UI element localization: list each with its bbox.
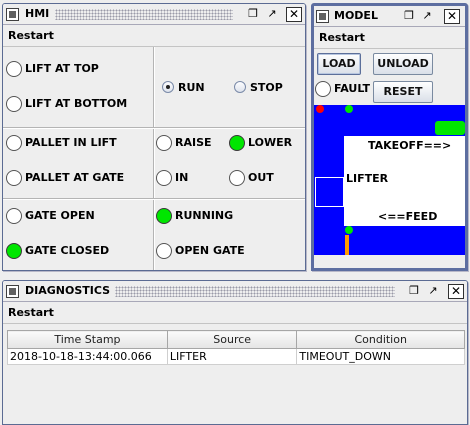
indicator-label: LIFT AT BOTTOM [25, 97, 128, 110]
indicator-label: OPEN GATE [175, 244, 245, 257]
indicator-label: RUNNING [175, 209, 234, 222]
indicator-lamp [6, 96, 22, 112]
indicator-lamp [6, 61, 22, 77]
takeoff-pallet-icon [435, 121, 465, 135]
radio-unselected-icon[interactable] [234, 81, 246, 93]
window-menu-icon[interactable] [6, 285, 19, 298]
indicator-lamp [315, 81, 331, 97]
diagnostics-titlebar[interactable]: DIAGNOSTICS ❐ ↗ ✕ [3, 281, 467, 302]
column-header-timestamp[interactable]: Time Stamp [7, 330, 168, 349]
lifter-simulation-canvas: TAKEOFF==> LIFTER <==FEED [314, 105, 465, 255]
title-grip [115, 286, 395, 297]
indicator-lamp [156, 135, 172, 151]
model-menubar: Restart [314, 27, 465, 49]
indicator-lamp [156, 243, 172, 259]
diagnostics-menubar: Restart [3, 302, 467, 324]
run-radio-label[interactable]: RUN [178, 81, 205, 94]
hmi-menubar: Restart [3, 25, 305, 47]
indicator-label: LOWER [248, 136, 293, 149]
hmi-title: HMI [25, 7, 50, 20]
indicator-label: LIFT AT TOP [25, 62, 99, 75]
indicator-lamp [6, 243, 22, 259]
diagnostics-panel: Time Stamp Source Condition 2018-10-18-1… [3, 324, 467, 424]
indicator-lamp [156, 170, 172, 186]
column-header-source[interactable]: Source [166, 330, 298, 349]
unload-button[interactable]: UNLOAD [373, 53, 433, 75]
gate-fault-sensor-icon [316, 105, 324, 113]
diagnostics-title: DIAGNOSTICS [25, 284, 111, 297]
divider [3, 198, 305, 200]
model-panel: LOAD UNLOAD FAULT RESET TAKEOFF==> LIFTE… [314, 49, 465, 268]
diagnostics-window: DIAGNOSTICS ❐ ↗ ✕ Restart Time Stamp Sou… [2, 280, 468, 425]
indicator-label: FAULT [334, 82, 371, 95]
diagnostics-table: Time Stamp Source Condition 2018-10-18-1… [7, 330, 465, 365]
load-button[interactable]: LOAD [317, 53, 361, 75]
takeoff-label: TAKEOFF==> [368, 139, 452, 152]
condition-cell[interactable]: TIMEOUT_DOWN [296, 348, 465, 365]
lift-top-sensor-icon [345, 105, 353, 113]
model-title: MODEL [334, 9, 378, 22]
hmi-window: HMI ❐ ↗ ✕ Restart LIFT AT TOP LIFT AT BO… [2, 3, 306, 271]
hmi-panel: LIFT AT TOP LIFT AT BOTTOM RUN STOP PALL… [3, 47, 305, 270]
indicator-lamp [6, 170, 22, 186]
conveyor-area: TAKEOFF==> LIFTER <==FEED [344, 136, 465, 226]
indicator-label: OUT [248, 171, 274, 184]
hmi-titlebar[interactable]: HMI ❐ ↗ ✕ [3, 4, 305, 25]
window-menu-icon[interactable] [6, 8, 19, 21]
model-titlebar[interactable]: MODEL ❐ ↗ ✕ [314, 6, 465, 27]
hmi-restart-menu[interactable]: Restart [8, 29, 54, 42]
timestamp-cell[interactable]: 2018-10-18-13:44:00.066 [7, 348, 168, 365]
table-row[interactable]: 2018-10-18-13:44:00.066 LIFTER TIMEOUT_D… [7, 348, 465, 365]
table-header-row: Time Stamp Source Condition [7, 330, 465, 349]
indicator-lamp [229, 135, 245, 151]
indicator-label: GATE OPEN [25, 209, 95, 222]
diagnostics-restart-menu[interactable]: Restart [8, 306, 54, 319]
indicator-label: PALLET AT GATE [25, 171, 125, 184]
close-icon[interactable]: ✕ [286, 7, 302, 22]
feed-label: <==FEED [378, 210, 438, 223]
column-header-condition[interactable]: Condition [296, 330, 465, 349]
reset-button[interactable]: RESET [373, 81, 433, 103]
lifter-label: LIFTER [346, 172, 389, 185]
stop-radio-label[interactable]: STOP [250, 81, 283, 94]
indicator-lamp [6, 208, 22, 224]
maximize-icon[interactable]: ↗ [264, 7, 280, 22]
close-icon[interactable]: ✕ [444, 9, 460, 24]
radio-selected-icon[interactable] [162, 81, 174, 93]
model-window: MODEL ❐ ↗ ✕ Restart LOAD UNLOAD FAULT RE… [311, 3, 468, 271]
close-icon[interactable]: ✕ [448, 284, 464, 299]
indicator-label: GATE CLOSED [25, 244, 110, 257]
minimize-icon[interactable]: ❐ [401, 9, 417, 24]
minimize-icon[interactable]: ❐ [406, 284, 422, 299]
indicator-lamp [229, 170, 245, 186]
lift-platform [315, 177, 344, 207]
minimize-icon[interactable]: ❐ [245, 7, 261, 22]
window-menu-icon[interactable] [316, 10, 329, 23]
indicator-label: RAISE [175, 136, 212, 149]
title-grip [55, 9, 233, 20]
maximize-icon[interactable]: ↗ [425, 284, 441, 299]
indicator-lamp [6, 135, 22, 151]
indicator-lamp [156, 208, 172, 224]
model-restart-menu[interactable]: Restart [319, 31, 365, 44]
divider [3, 127, 305, 129]
lift-bottom-sensor-icon [345, 226, 353, 234]
indicator-label: PALLET IN LIFT [25, 136, 117, 149]
lift-actuator-bar [345, 235, 349, 255]
maximize-icon[interactable]: ↗ [419, 9, 435, 24]
indicator-label: IN [175, 171, 189, 184]
source-cell[interactable]: LIFTER [166, 348, 298, 365]
divider [153, 47, 155, 270]
